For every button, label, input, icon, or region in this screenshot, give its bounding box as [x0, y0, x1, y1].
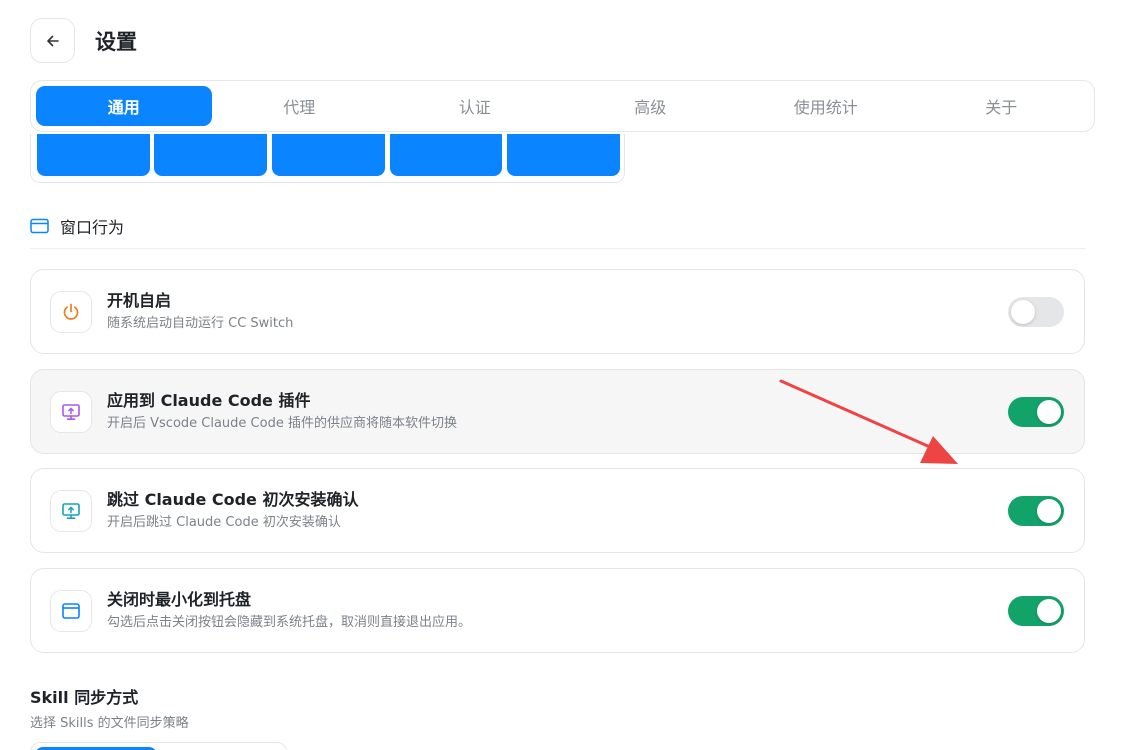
app-chip-2[interactable]	[154, 134, 267, 176]
tab-proxy[interactable]: 代理	[212, 86, 388, 126]
card-icon-box	[50, 489, 92, 532]
app-chip-3[interactable]	[272, 134, 385, 176]
window-icon	[30, 218, 49, 234]
skill-sync-title: Skill 同步方式	[30, 688, 139, 707]
section-title: 窗口行为	[60, 218, 125, 237]
setting-title: 开机自启	[107, 290, 172, 310]
skill-sync-description: 选择 Skills 的文件同步策略	[30, 716, 189, 731]
toggle-knob	[1037, 400, 1061, 424]
setting-title: 关闭时最小化到托盘	[107, 589, 252, 609]
arrow-left-icon	[46, 35, 59, 46]
setting-card-autostart: 开机自启 随系统启动自动运行 CC Switch	[30, 269, 1085, 354]
page-title: 设置	[95, 29, 137, 54]
back-button[interactable]	[30, 18, 75, 63]
card-icon-box	[50, 290, 92, 333]
monitor-upload-icon	[62, 403, 80, 420]
minimize-to-tray-toggle[interactable]	[1008, 596, 1064, 626]
window-icon	[62, 602, 80, 619]
toggle-knob	[1011, 300, 1035, 324]
toggle-knob	[1037, 599, 1061, 623]
setting-description: 随系统启动自动运行 CC Switch	[107, 315, 294, 331]
tab-usage-stats[interactable]: 使用统计	[738, 86, 914, 126]
setting-title: 跳过 Claude Code 初次安装确认	[107, 489, 359, 509]
setting-title: 应用到 Claude Code 插件	[107, 390, 311, 410]
tab-about[interactable]: 关于	[914, 86, 1090, 126]
card-icon-box	[50, 589, 92, 632]
header: 设置	[30, 18, 137, 63]
setting-card-skip-install-confirm: 跳过 Claude Code 初次安装确认 开启后跳过 Claude Code …	[30, 468, 1085, 553]
card-icon-box	[50, 390, 92, 433]
skill-sync-selector[interactable]	[30, 742, 287, 750]
section-window-behavior: 窗口行为	[30, 214, 124, 238]
setting-description: 开启后跳过 Claude Code 初次安装确认	[107, 514, 341, 530]
tab-general[interactable]: 通用	[36, 86, 212, 126]
monitor-upload-icon	[62, 502, 80, 519]
setting-description: 开启后 Vscode Claude Code 插件的供应商将随本软件切换	[107, 415, 457, 431]
tab-advanced[interactable]: 高级	[563, 86, 739, 126]
setting-description: 勾选后点击关闭按钮会隐藏到系统托盘，取消则直接退出应用。	[107, 614, 472, 630]
setting-card-claude-plugin: 应用到 Claude Code 插件 开启后 Vscode Claude Cod…	[30, 369, 1085, 454]
setting-card-minimize-to-tray: 关闭时最小化到托盘 勾选后点击关闭按钮会隐藏到系统托盘，取消则直接退出应用。	[30, 568, 1085, 653]
app-selector-strip	[30, 134, 625, 183]
tab-bar: 通用 代理 认证 高级 使用统计 关于	[30, 80, 1095, 132]
skip-install-confirm-toggle[interactable]	[1008, 496, 1064, 526]
app-chip-5[interactable]	[507, 134, 620, 176]
app-chip-4[interactable]	[390, 134, 502, 176]
section-divider	[30, 248, 1085, 249]
autostart-toggle[interactable]	[1008, 297, 1064, 327]
toggle-knob	[1037, 499, 1061, 523]
tab-auth[interactable]: 认证	[387, 86, 563, 126]
app-chip-1[interactable]	[37, 134, 150, 176]
claude-plugin-toggle[interactable]	[1008, 397, 1064, 427]
power-icon	[63, 303, 79, 320]
